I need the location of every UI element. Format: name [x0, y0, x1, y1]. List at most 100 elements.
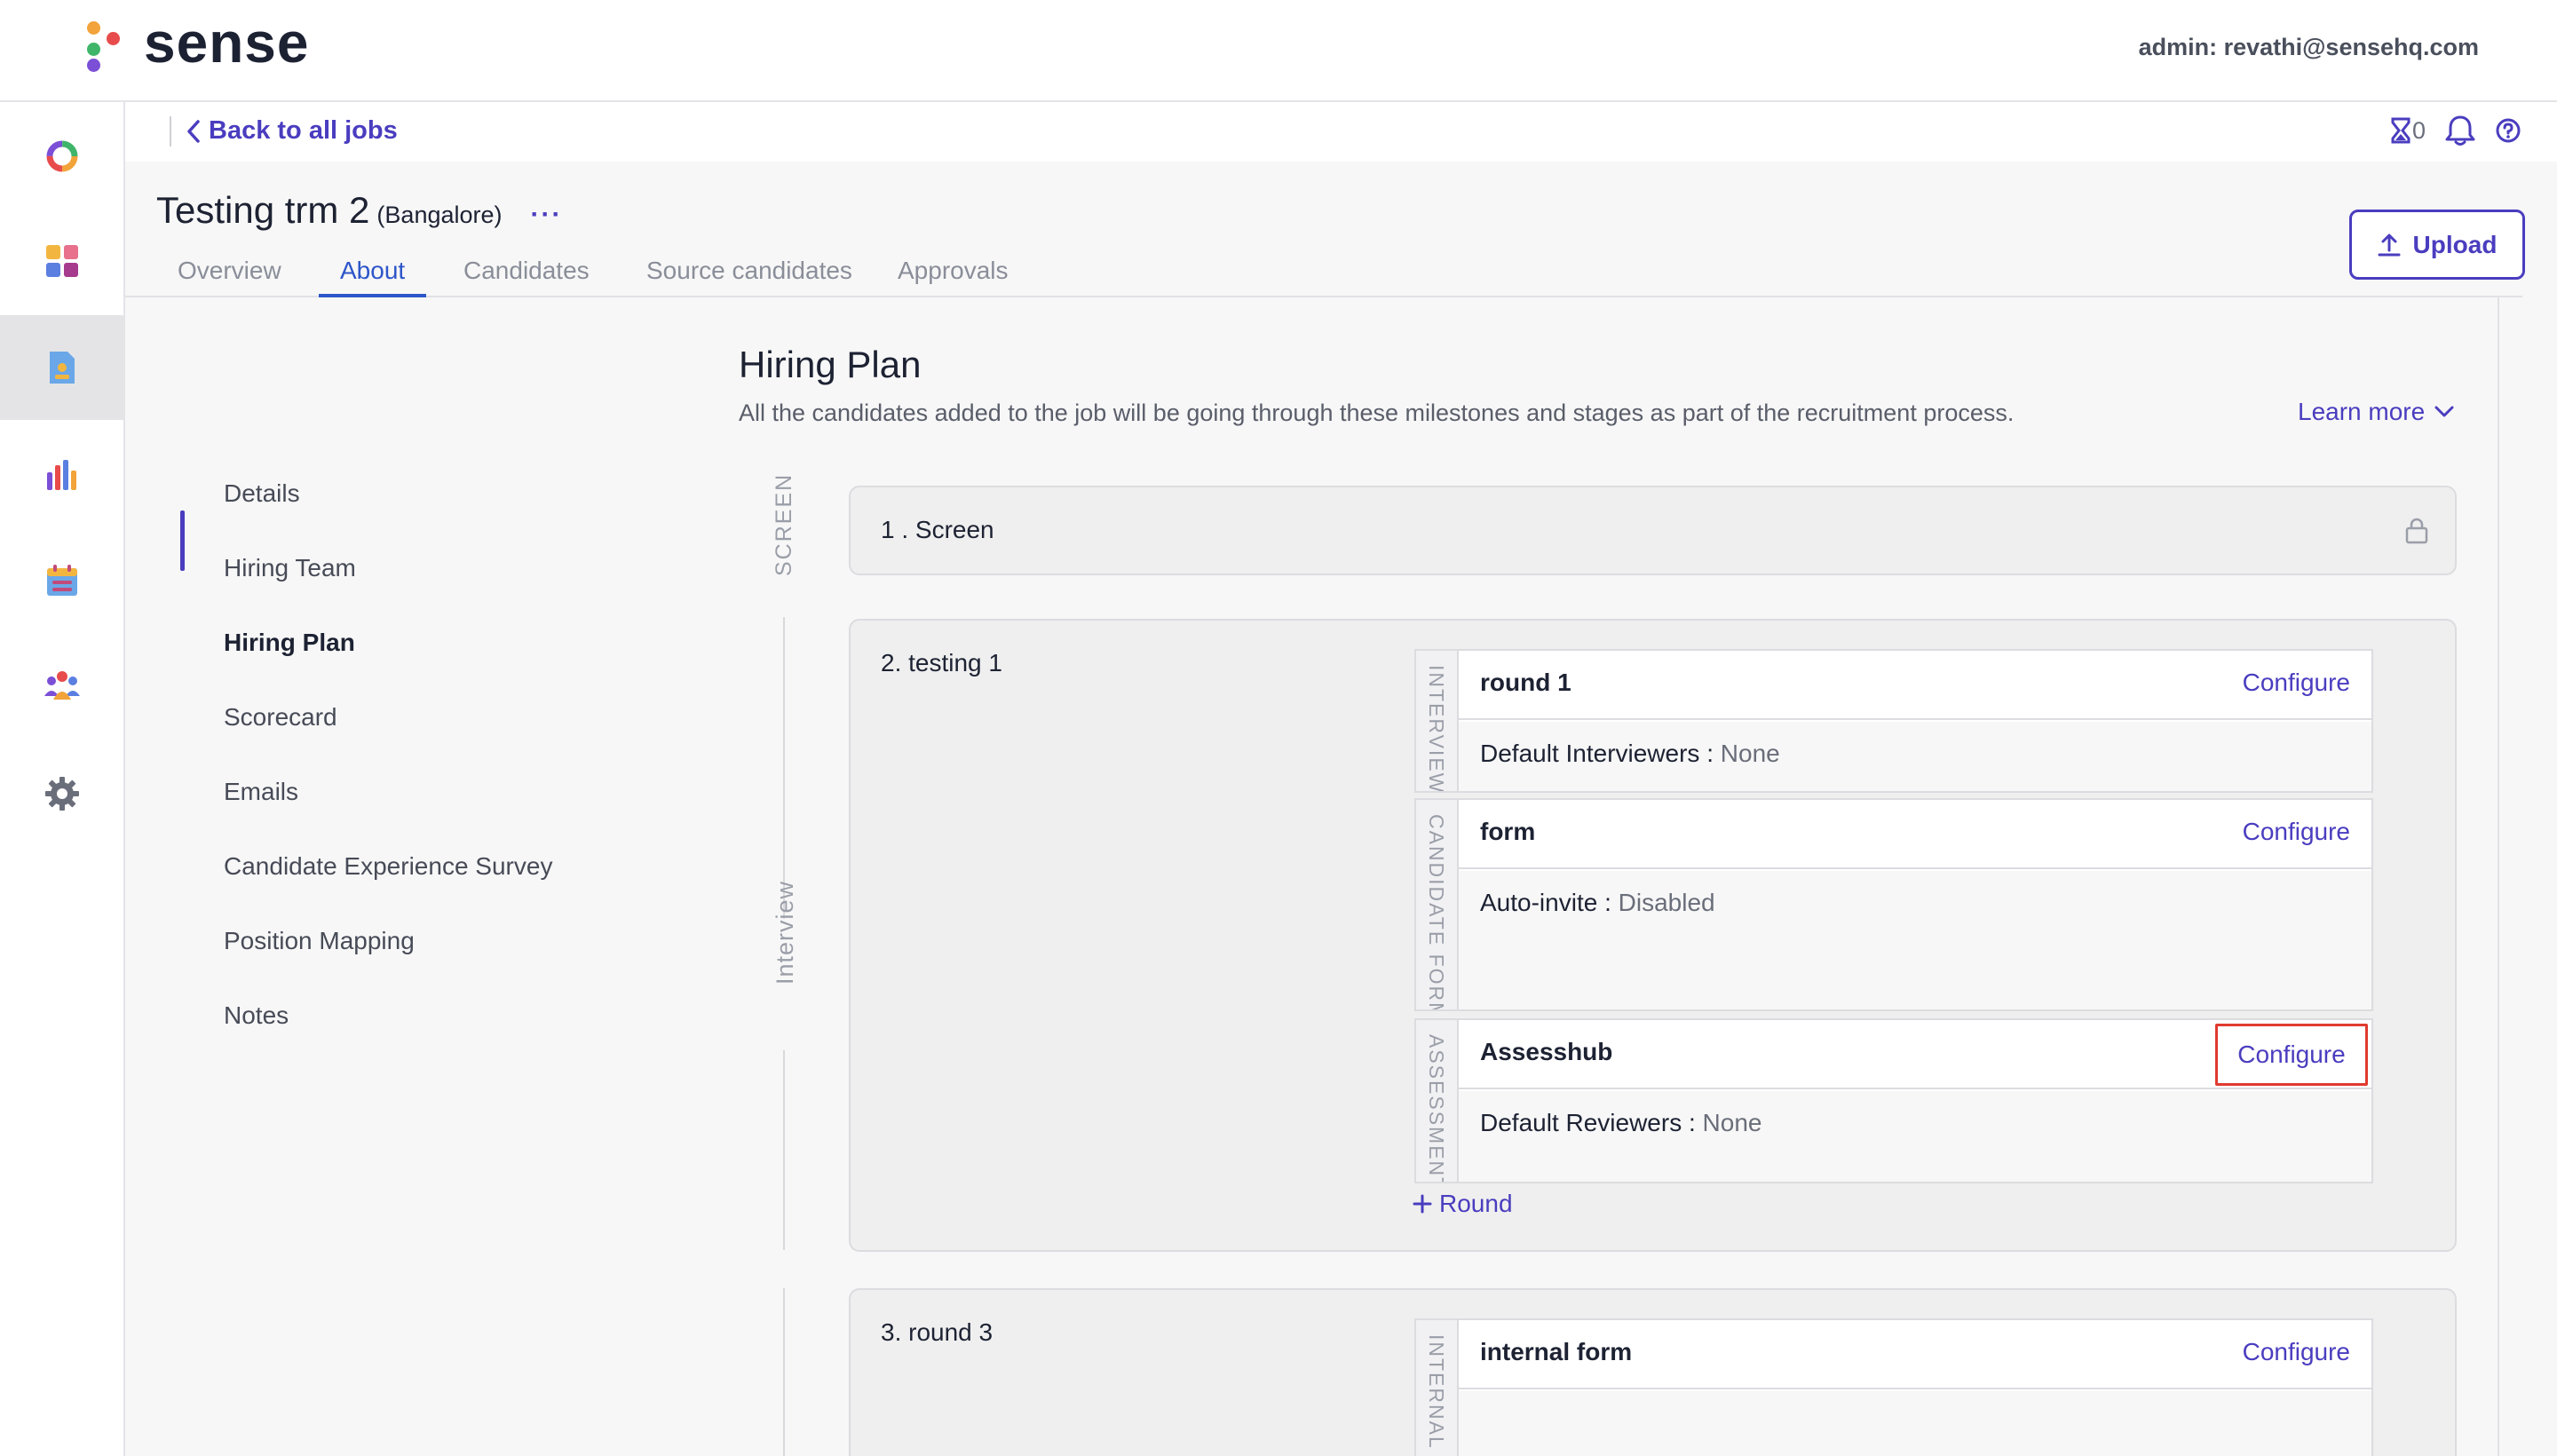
round-name: Assesshub	[1480, 1038, 1613, 1065]
round-details: Default Interviewers : None	[1459, 722, 2371, 791]
stage-label: 2. testing 1	[881, 649, 1002, 677]
stage-screen[interactable]: 1 . Screen	[849, 486, 2457, 575]
top-bar: sense admin: revathi@sensehq.com	[0, 0, 2557, 102]
top-icon-group: 0	[2391, 115, 2521, 146]
meta-key: Default Interviewers :	[1480, 740, 1714, 767]
ring-icon	[46, 140, 78, 172]
subnav-item-notes[interactable]: Notes	[224, 1001, 289, 1030]
subnav-item-emails[interactable]: Emails	[224, 778, 298, 806]
hiring-plan-description: All the candidates added to the job will…	[739, 400, 2015, 426]
round-card-candidate-form: CANDIDATE FORM form Configure Auto-invit…	[1414, 798, 2373, 1011]
round-header: Assesshub Configure	[1459, 1020, 2371, 1089]
meta-key: Auto-invite :	[1480, 889, 1611, 916]
learn-more-label: Learn more	[2298, 398, 2426, 425]
meta-value: Disabled	[1618, 889, 1715, 916]
hourglass-icon	[2391, 117, 2411, 144]
rail-item-people[interactable]	[0, 635, 124, 740]
rail-item-settings[interactable]	[0, 741, 124, 846]
round-type-label: CANDIDATE FORM	[1425, 814, 1448, 1009]
round-meta: Default Interviewers : None	[1480, 740, 1780, 768]
subnav-item-details[interactable]: Details	[224, 479, 300, 508]
tab-approvals[interactable]: Approvals	[876, 253, 1030, 297]
subnav-item-position-mapping[interactable]: Position Mapping	[224, 927, 415, 955]
people-icon	[44, 671, 80, 700]
meta-value: None	[1702, 1109, 1762, 1136]
configure-button-highlighted[interactable]: Configure	[2215, 1024, 2368, 1086]
timeline-line	[783, 1050, 785, 1250]
round-details: Auto-invite : Disabled	[1459, 871, 2371, 1009]
plus-icon	[1413, 1194, 1432, 1214]
configure-button[interactable]: Configure	[2243, 1338, 2350, 1366]
breadcrumb-bar: Back to all jobs 0	[125, 102, 2557, 162]
rail-item-dashboard[interactable]	[0, 104, 124, 209]
breadcrumb-divider	[170, 116, 171, 146]
round-type-strip: ASSESSMENT	[1416, 1020, 1459, 1182]
main-content: Back to all jobs 0 Testing trm 2 (Bangal…	[125, 102, 2557, 1456]
rail-item-analytics[interactable]	[0, 422, 124, 526]
milestone-label-screen: SCREEN	[772, 472, 796, 576]
round-type-strip: CANDIDATE FORM	[1416, 800, 1459, 1009]
job-title: Testing trm 2 (Bangalore) ···	[156, 189, 562, 232]
lock-icon	[2405, 518, 2428, 544]
job-tabs: Overview About Candidates Source candida…	[125, 253, 2522, 297]
pending-tasks-indicator[interactable]: 0	[2391, 117, 2426, 145]
milestone-label-interview: Interview	[772, 880, 798, 985]
tab-overview[interactable]: Overview	[156, 253, 303, 297]
logo-dots-icon	[85, 18, 124, 75]
round-card-assessment: ASSESSMENT Assesshub Configure Default R…	[1414, 1018, 2373, 1183]
round-type-strip: INTERNAL FORM	[1416, 1320, 1459, 1456]
meta-value: None	[1720, 740, 1780, 767]
round-header: form Configure	[1459, 800, 2371, 869]
add-round-button[interactable]: Round	[1413, 1190, 1513, 1218]
round-header: round 1 Configure	[1459, 651, 2371, 720]
calendar-icon	[47, 565, 77, 596]
chevron-left-icon	[187, 119, 200, 143]
content-right-border	[2498, 297, 2499, 1456]
admin-account-label[interactable]: admin: revathi@sensehq.com	[2139, 34, 2479, 61]
rail-item-calendar[interactable]	[0, 528, 124, 633]
timeline-line	[783, 617, 785, 919]
round-details	[1459, 1391, 2371, 1456]
back-to-jobs-link[interactable]: Back to all jobs	[186, 116, 398, 146]
add-round-label: Round	[1439, 1190, 1513, 1217]
tab-about[interactable]: About	[319, 253, 427, 297]
learn-more-link[interactable]: Learn more	[2298, 398, 2455, 426]
gear-icon	[45, 777, 79, 811]
round-meta: Default Reviewers : None	[1480, 1109, 1761, 1137]
round-type-label: ASSESSMENT	[1425, 1034, 1448, 1182]
configure-button[interactable]: Configure	[2243, 818, 2350, 846]
subnav-item-hiring-plan[interactable]: Hiring Plan	[224, 629, 355, 657]
job-location: (Bangalore)	[376, 202, 503, 228]
subnav-active-indicator	[180, 510, 185, 571]
meta-key: Default Reviewers :	[1480, 1109, 1696, 1136]
pending-count: 0	[2411, 116, 2426, 144]
tab-source-candidates[interactable]: Source candidates	[625, 253, 874, 297]
stage-label: 3. round 3	[881, 1318, 994, 1346]
subnav-item-candidate-experience-survey[interactable]: Candidate Experience Survey	[224, 852, 552, 881]
round-card-interview: INTERVIEW round 1 Configure Default Inte…	[1414, 649, 2373, 793]
subnav-item-scorecard[interactable]: Scorecard	[224, 703, 337, 732]
round-type-label: INTERNAL FORM	[1425, 1334, 1448, 1456]
help-icon[interactable]	[2495, 117, 2521, 144]
logo-text: sense	[144, 11, 310, 75]
round-name: internal form	[1480, 1338, 1633, 1365]
round-details: Default Reviewers : None	[1459, 1091, 2371, 1182]
round-type-strip: INTERVIEW	[1416, 651, 1459, 791]
sense-logo[interactable]: sense	[85, 14, 309, 75]
round-type-label: INTERVIEW	[1425, 665, 1448, 791]
round-name: round 1	[1480, 669, 1571, 696]
apps-grid-icon	[46, 245, 78, 277]
stage-label: 1 . Screen	[881, 516, 994, 543]
rail-item-jobs[interactable]	[0, 315, 124, 420]
job-name: Testing trm 2	[156, 189, 370, 231]
rail-item-apps[interactable]	[0, 209, 124, 313]
bell-icon[interactable]	[2445, 115, 2475, 146]
left-nav-rail	[0, 102, 125, 1456]
configure-button[interactable]: Configure	[2243, 669, 2350, 697]
chevron-down-icon	[2434, 406, 2454, 417]
more-options-button[interactable]: ···	[531, 200, 563, 230]
tab-candidates[interactable]: Candidates	[442, 253, 611, 297]
timeline-line	[783, 1288, 785, 1456]
round-name: form	[1480, 818, 1536, 845]
subnav-item-hiring-team[interactable]: Hiring Team	[224, 554, 356, 582]
